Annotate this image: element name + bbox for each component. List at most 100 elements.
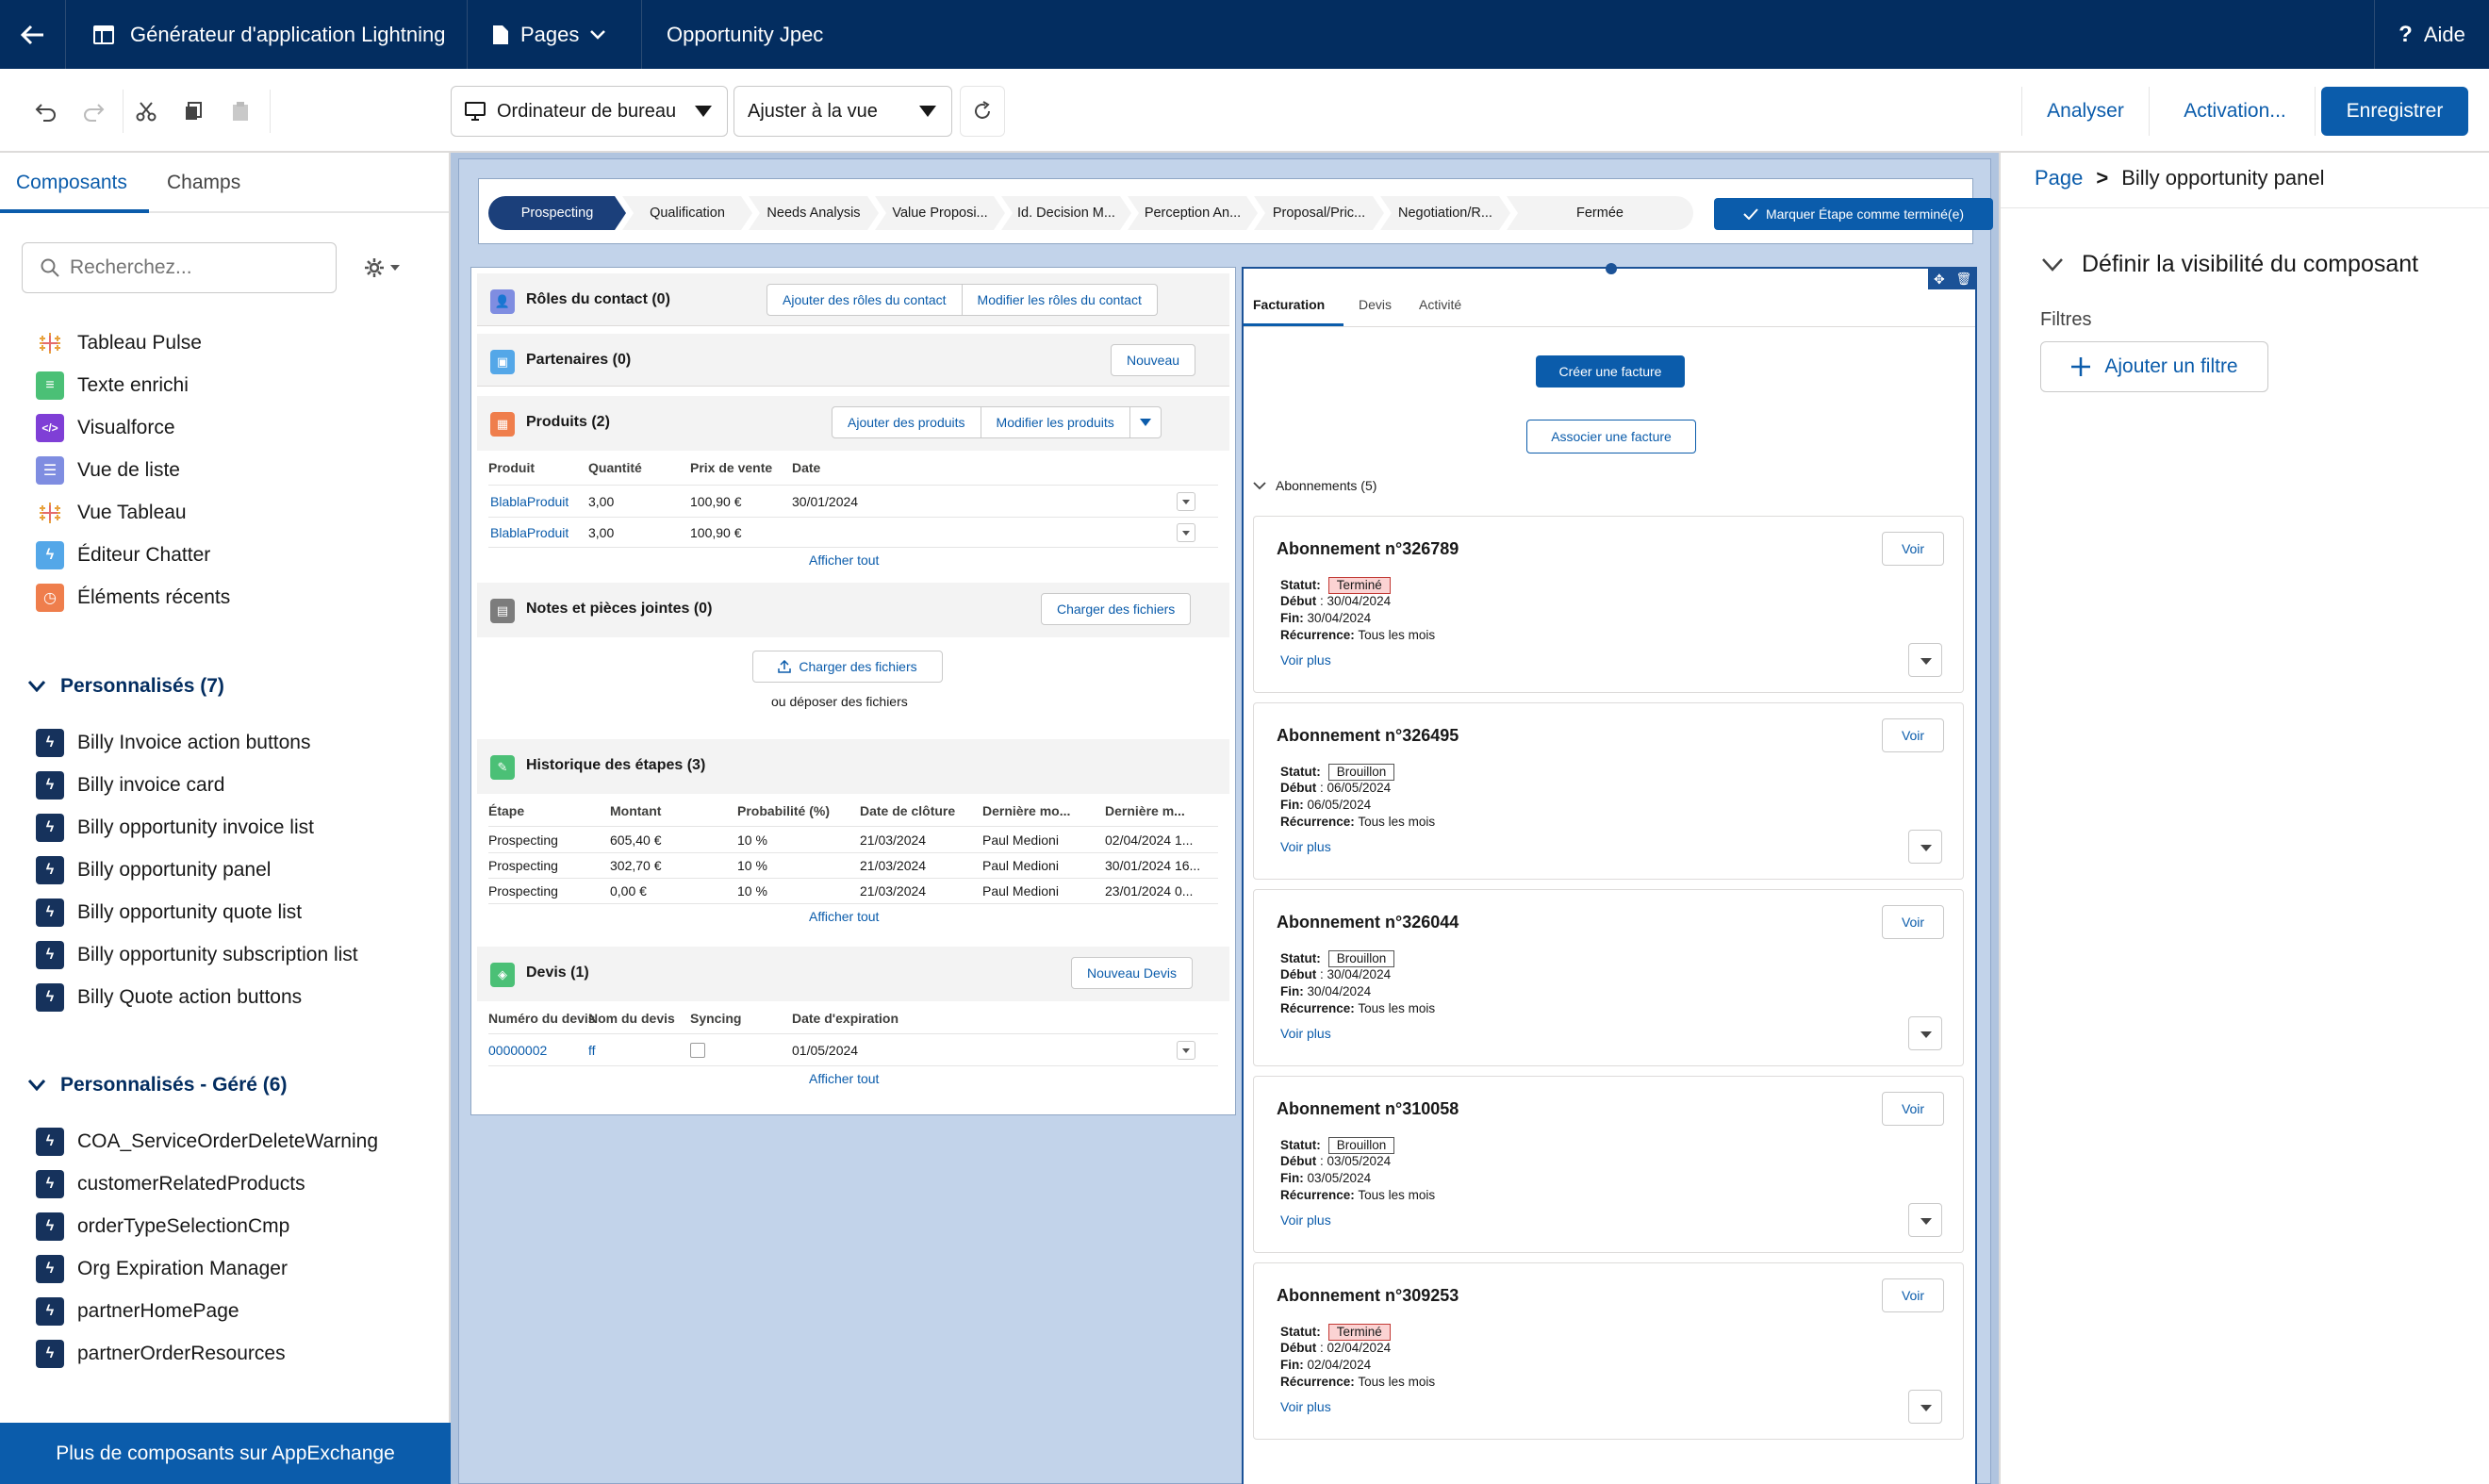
refresh-button[interactable] <box>960 86 1005 137</box>
view-button[interactable]: Voir <box>1882 1092 1944 1126</box>
mark-stage-complete-button[interactable]: Marquer Étape comme terminé(e) <box>1714 198 1993 230</box>
edit-contact-roles-button[interactable]: Modifier les rôles du contact <box>962 284 1158 316</box>
component-tableau-view[interactable]: Vue Tableau <box>36 498 187 528</box>
associate-invoice-button[interactable]: Associer une facture <box>1526 420 1696 453</box>
component-rich-text[interactable]: ≡ Texte enrichi <box>36 371 189 401</box>
syncing-checkbox[interactable] <box>690 1043 705 1058</box>
component-chatter-editor[interactable]: ϟ Éditeur Chatter <box>36 540 210 570</box>
managed-section-toggle[interactable]: Personnalisés - Géré (6) <box>28 1070 287 1100</box>
view-button[interactable]: Voir <box>1882 532 1944 566</box>
device-dropdown[interactable]: Ordinateur de bureau <box>451 86 728 137</box>
edit-products-button[interactable]: Modifier les produits <box>981 406 1130 438</box>
settings-dropdown[interactable] <box>349 242 415 293</box>
path-stage[interactable]: Fermée <box>1507 196 1693 230</box>
appexchange-button[interactable]: Plus de composants sur AppExchange <box>0 1423 451 1484</box>
custom-section-toggle[interactable]: Personnalisés (7) <box>28 671 224 701</box>
billing-panel-component[interactable]: ✥ 🗑 Facturation Devis Activité Créer une… <box>1242 263 1977 1484</box>
create-invoice-button[interactable]: Créer une facture <box>1536 355 1685 387</box>
path-stage[interactable]: Proposal/Pric... <box>1254 196 1384 230</box>
path-stage[interactable]: Negotiation/R... <box>1380 196 1510 230</box>
more-actions-button[interactable] <box>1129 406 1162 438</box>
new-quote-button[interactable]: Nouveau Devis <box>1071 957 1193 989</box>
path-stage[interactable]: Value Proposi... <box>875 196 1005 230</box>
quote-name-link[interactable]: ff <box>588 1043 596 1058</box>
analyze-button[interactable]: Analyser <box>2021 87 2150 136</box>
tab-components[interactable]: Composants <box>16 172 127 194</box>
product-link[interactable]: BlablaProduit <box>490 494 569 509</box>
component-custom[interactable]: ϟ Billy opportunity panel <box>36 855 271 885</box>
component-recent-items[interactable]: ◷ Éléments récents <box>36 583 230 613</box>
path-stage[interactable]: Needs Analysis <box>749 196 879 230</box>
component-visualforce[interactable]: </> Visualforce <box>36 413 175 443</box>
component-custom[interactable]: ϟ Billy opportunity quote list <box>36 898 302 928</box>
component-tableau-pulse[interactable]: Tableau Pulse <box>36 328 202 358</box>
tab-billing[interactable]: Facturation <box>1253 297 1325 312</box>
help-button[interactable]: ? Aide <box>2374 0 2489 69</box>
path-stage[interactable]: Perception An... <box>1128 196 1258 230</box>
save-button[interactable]: Enregistrer <box>2321 87 2468 136</box>
breadcrumb-page-link[interactable]: Page <box>2035 166 2083 190</box>
component-custom[interactable]: ϟ Billy invoice card <box>36 770 224 800</box>
file-drop-zone[interactable]: Charger des fichiers ou déposer des fich… <box>477 637 1229 728</box>
component-managed[interactable]: ϟ Org Expiration Manager <box>36 1254 288 1284</box>
row-actions-dropdown[interactable] <box>1908 1016 1942 1050</box>
search-input[interactable]: Recherchez... <box>22 242 337 293</box>
view-more-link[interactable]: Voir plus <box>1280 1399 1331 1414</box>
undo-icon[interactable] <box>30 95 62 127</box>
component-custom[interactable]: ϟ Billy opportunity invoice list <box>36 813 314 843</box>
row-actions-dropdown[interactable] <box>1177 1041 1195 1060</box>
view-button[interactable]: Voir <box>1882 718 1944 752</box>
row-actions-dropdown[interactable] <box>1908 1203 1942 1237</box>
redo-icon[interactable] <box>77 95 109 127</box>
row-actions-dropdown[interactable] <box>1908 830 1942 864</box>
view-more-link[interactable]: Voir plus <box>1280 652 1331 668</box>
view-all-link[interactable]: Afficher tout <box>809 1071 879 1086</box>
path-stage-current[interactable]: Prospecting <box>488 196 626 230</box>
lightning-icon: ϟ <box>36 1128 64 1156</box>
path-component[interactable]: Prospecting Qualification Needs Analysis… <box>478 178 1993 244</box>
row-actions-dropdown[interactable] <box>1177 523 1195 542</box>
upload-files-button[interactable]: Charger des fichiers <box>1041 593 1192 625</box>
add-contact-roles-button[interactable]: Ajouter des rôles du contact <box>766 284 963 316</box>
view-all-link[interactable]: Afficher tout <box>809 909 879 924</box>
path-stage[interactable]: Id. Decision M... <box>1001 196 1131 230</box>
product-link[interactable]: BlablaProduit <box>490 525 569 540</box>
new-partner-button[interactable]: Nouveau <box>1111 344 1196 376</box>
add-filter-button[interactable]: Ajouter un filtre <box>2040 341 2268 392</box>
tab-fields[interactable]: Champs <box>167 172 240 194</box>
component-managed[interactable]: ϟ orderTypeSelectionCmp <box>36 1212 289 1242</box>
quote-number-link[interactable]: 00000002 <box>488 1043 547 1058</box>
tab-activity[interactable]: Activité <box>1419 297 1461 312</box>
row-actions-dropdown[interactable] <box>1177 492 1195 511</box>
path-stage[interactable]: Qualification <box>622 196 752 230</box>
component-managed[interactable]: ϟ partnerOrderResources <box>36 1339 286 1369</box>
component-custom[interactable]: ϟ Billy opportunity subscription list <box>36 940 358 970</box>
add-products-button[interactable]: Ajouter des produits <box>832 406 981 438</box>
component-managed[interactable]: ϟ partnerHomePage <box>36 1296 239 1327</box>
cut-icon[interactable] <box>130 95 162 127</box>
copy-icon[interactable] <box>177 95 209 127</box>
view-all-link[interactable]: Afficher tout <box>809 552 879 568</box>
view-more-link[interactable]: Voir plus <box>1280 839 1331 854</box>
button-label: Voir <box>1901 1101 1925 1116</box>
view-more-link[interactable]: Voir plus <box>1280 1026 1331 1041</box>
component-list-view[interactable]: ☰ Vue de liste <box>36 455 180 486</box>
view-button[interactable]: Voir <box>1882 1278 1944 1312</box>
component-managed[interactable]: ϟ COA_ServiceOrderDeleteWarning <box>36 1127 378 1157</box>
activation-button[interactable]: Activation... <box>2155 87 2316 136</box>
tab-quotes[interactable]: Devis <box>1359 297 1392 312</box>
paste-icon[interactable] <box>224 95 256 127</box>
component-managed[interactable]: ϟ customerRelatedProducts <box>36 1169 305 1199</box>
upload-files-drop-button[interactable]: Charger des fichiers <box>752 651 943 683</box>
component-custom[interactable]: ϟ Billy Quote action buttons <box>36 982 302 1013</box>
visibility-section-toggle[interactable]: Définir la visibilité du composant <box>2042 251 2418 278</box>
zoom-dropdown[interactable]: Ajuster à la vue <box>734 86 952 137</box>
row-actions-dropdown[interactable] <box>1908 643 1942 677</box>
view-more-link[interactable]: Voir plus <box>1280 1212 1331 1228</box>
subscriptions-toggle[interactable]: Abonnements (5) <box>1253 478 1376 493</box>
view-button[interactable]: Voir <box>1882 905 1944 939</box>
component-custom[interactable]: ϟ Billy Invoice action buttons <box>36 728 310 758</box>
row-actions-dropdown[interactable] <box>1908 1390 1942 1424</box>
back-button[interactable] <box>0 0 66 69</box>
pages-menu[interactable]: Pages <box>468 0 642 69</box>
